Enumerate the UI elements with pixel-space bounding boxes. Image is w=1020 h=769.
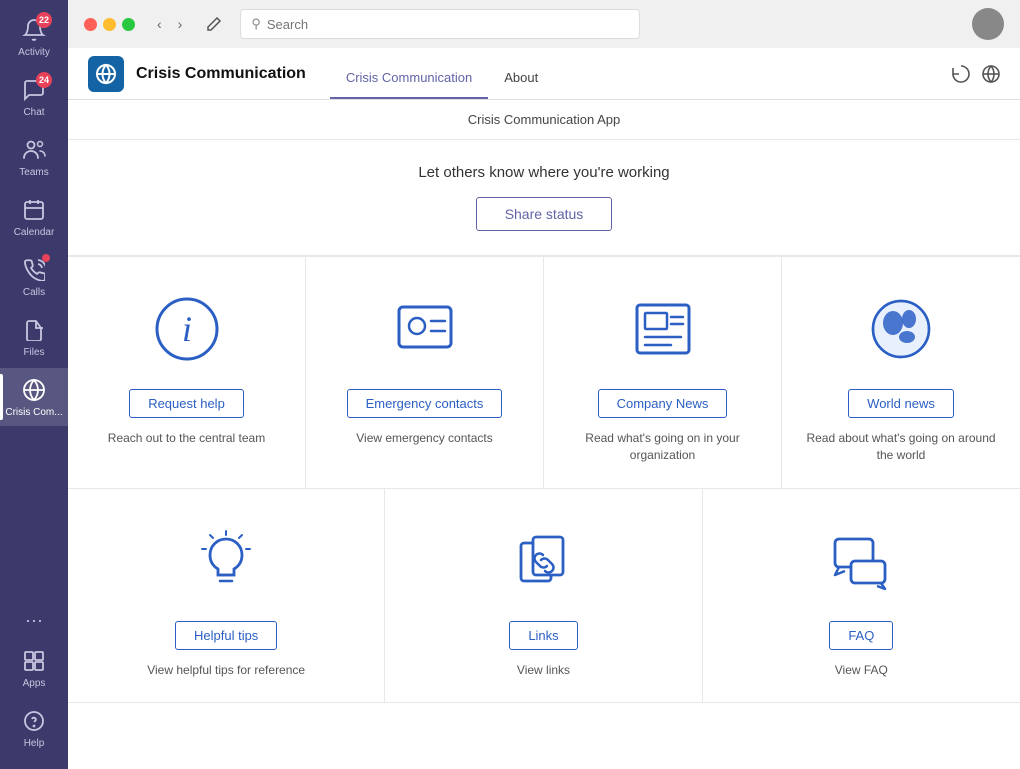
nav-back-button[interactable]: ‹ — [151, 12, 168, 36]
nav-forward-button[interactable]: › — [172, 12, 189, 36]
card-request-help: i Request help Reach out to the central … — [68, 257, 306, 489]
links-desc: View links — [517, 662, 570, 679]
sidebar-label-activity: Activity — [18, 47, 50, 58]
content-area: Crisis Communication App Let others know… — [68, 100, 1020, 769]
share-status-button[interactable]: Share status — [476, 197, 613, 231]
helpful-tips-desc: View helpful tips for reference — [147, 662, 305, 679]
sidebar-item-apps[interactable]: Apps — [0, 639, 68, 697]
card-company-news: Company News Read what's going on in you… — [544, 257, 782, 489]
sidebar-label-calls: Calls — [23, 287, 45, 298]
traffic-light-red[interactable] — [84, 18, 97, 31]
world-news-desc: Read about what's going on around the wo… — [802, 430, 1000, 464]
traffic-light-green[interactable] — [122, 18, 135, 31]
help-icon — [20, 707, 48, 735]
links-icon — [503, 521, 583, 601]
card-faq: FAQ View FAQ — [703, 489, 1020, 704]
compose-button[interactable] — [200, 12, 228, 36]
sidebar-item-files[interactable]: Files — [0, 308, 68, 366]
card-helpful-tips: Helpful tips View helpful tips for refer… — [68, 489, 385, 704]
sidebar: 22 Activity 24 Chat Teams — [0, 0, 68, 769]
tab-about[interactable]: About — [488, 48, 554, 99]
traffic-lights — [84, 18, 135, 31]
request-help-icon: i — [147, 289, 227, 369]
company-news-desc: Read what's going on in your organizatio… — [564, 430, 761, 464]
world-news-button[interactable]: World news — [848, 389, 954, 418]
app-header: Crisis Communication Crisis Communicatio… — [68, 48, 1020, 100]
sidebar-label-crisis: Crisis Com... — [5, 407, 62, 418]
badge-activity: 22 — [36, 12, 52, 28]
request-help-button[interactable]: Request help — [129, 389, 244, 418]
svg-text:i: i — [181, 309, 191, 349]
title-bar: ‹ › ⚲ — [68, 0, 1020, 48]
calls-icon — [20, 256, 48, 284]
sidebar-item-crisis[interactable]: Crisis Com... — [0, 368, 68, 426]
more-button[interactable]: ··· — [25, 610, 43, 631]
search-bar: ⚲ — [240, 9, 640, 39]
search-input[interactable] — [267, 17, 629, 32]
calendar-icon — [20, 196, 48, 224]
apps-icon — [20, 647, 48, 675]
crisis-icon — [20, 376, 48, 404]
status-section: Let others know where you're working Sha… — [68, 140, 1020, 256]
app-section-title: Crisis Communication App — [68, 100, 1020, 140]
cards-section: i Request help Reach out to the central … — [68, 256, 1020, 769]
faq-icon — [821, 521, 901, 601]
sidebar-label-teams: Teams — [19, 167, 48, 178]
teams-icon — [20, 136, 48, 164]
card-emergency-contacts: Emergency contacts View emergency contac… — [306, 257, 544, 489]
faq-button[interactable]: FAQ — [829, 621, 893, 650]
refresh-button[interactable] — [952, 65, 970, 83]
emergency-contacts-icon — [385, 289, 465, 369]
chat-icon: 24 — [20, 76, 48, 104]
activity-icon: 22 — [20, 16, 48, 44]
status-text: Let others know where you're working — [418, 164, 669, 181]
cards-grid-row2: Helpful tips View helpful tips for refer… — [68, 489, 1020, 704]
card-links: Links View links — [385, 489, 702, 704]
globe-button[interactable] — [982, 65, 1000, 83]
sidebar-label-help: Help — [24, 738, 45, 749]
company-news-icon — [623, 289, 703, 369]
header-actions — [952, 65, 1000, 83]
sidebar-item-calendar[interactable]: Calendar — [0, 188, 68, 246]
sidebar-label-files: Files — [23, 347, 44, 358]
links-button[interactable]: Links — [509, 621, 577, 650]
app-title: Crisis Communication — [136, 65, 306, 83]
sidebar-label-calendar: Calendar — [14, 227, 55, 238]
emergency-contacts-button[interactable]: Emergency contacts — [347, 389, 503, 418]
sidebar-item-help[interactable]: Help — [0, 699, 68, 757]
sidebar-item-teams[interactable]: Teams — [0, 128, 68, 186]
sidebar-item-activity[interactable]: 22 Activity — [0, 8, 68, 66]
nav-arrows: ‹ › — [151, 12, 188, 36]
company-news-button[interactable]: Company News — [598, 389, 728, 418]
card-world-news: World news Read about what's going on ar… — [782, 257, 1020, 489]
cards-grid-row1: i Request help Reach out to the central … — [68, 256, 1020, 489]
sidebar-label-apps: Apps — [23, 678, 46, 689]
app-tabs: Crisis Communication About — [330, 48, 554, 99]
sidebar-label-chat: Chat — [23, 107, 44, 118]
faq-desc: View FAQ — [835, 662, 888, 679]
app-icon — [88, 56, 124, 92]
tab-crisis-communication[interactable]: Crisis Communication — [330, 48, 488, 99]
sidebar-item-chat[interactable]: 24 Chat — [0, 68, 68, 126]
main-area: ‹ › ⚲ Crisis Communication Crisis Commun… — [68, 0, 1020, 769]
emergency-contacts-desc: View emergency contacts — [356, 430, 493, 447]
sidebar-item-calls[interactable]: Calls — [0, 248, 68, 306]
user-avatar — [972, 8, 1004, 40]
search-icon: ⚲ — [251, 16, 261, 32]
badge-chat: 24 — [36, 72, 52, 88]
helpful-tips-icon — [186, 521, 266, 601]
request-help-desc: Reach out to the central team — [108, 430, 265, 447]
world-news-icon — [861, 289, 941, 369]
files-icon — [20, 316, 48, 344]
traffic-light-yellow[interactable] — [103, 18, 116, 31]
helpful-tips-button[interactable]: Helpful tips — [175, 621, 277, 650]
